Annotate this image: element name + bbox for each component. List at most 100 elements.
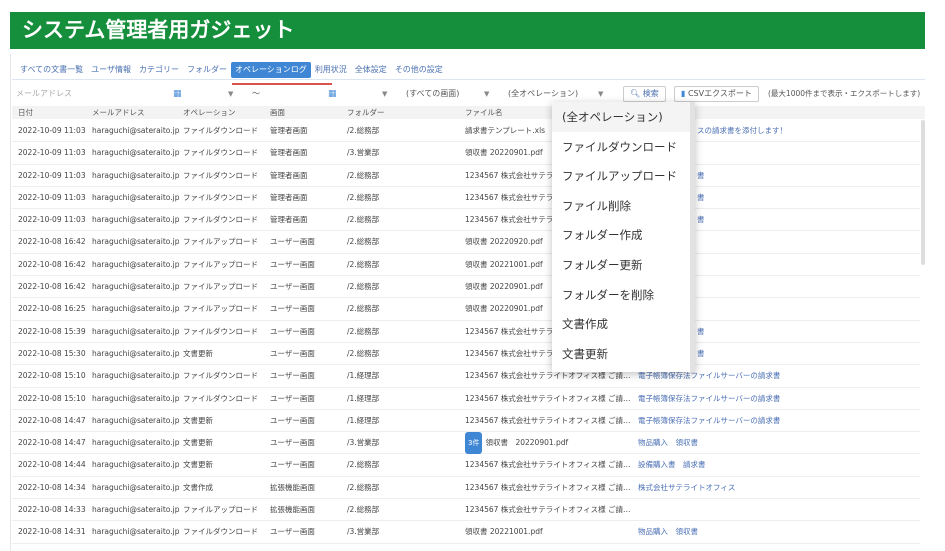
description-cell[interactable]: 設備購入書 請求書	[638, 454, 706, 476]
file-name: 領収書 20220901.pdf	[485, 438, 569, 448]
file-name-cell[interactable]: 領収書 20221001.pdf	[465, 521, 543, 543]
file-name-cell[interactable]: 1234567 株式会社サテライトオフィス様 ご請…	[465, 454, 631, 476]
file-name-cell[interactable]: 3件 領収書 20220901.pdf	[465, 432, 569, 455]
file-name-cell[interactable]: 1234567 株式会社サテラ	[465, 165, 553, 187]
table-row[interactable]: 2022-10-08 14:47 haraguchi@sateraito.jp 文書…	[12, 432, 920, 455]
dropdown-option[interactable]: 文書作成	[552, 309, 695, 339]
file-name-cell[interactable]: 領収書 20220901.pdf	[465, 298, 543, 320]
screen-select[interactable]: (すべての画面)	[406, 86, 459, 102]
tab-2[interactable]: カテゴリー	[135, 62, 183, 78]
screen-cell: ユーザー画面	[270, 393, 315, 403]
file-name-cell[interactable]: 1234567 株式会社サテライトオフィス様 ご請…	[465, 499, 631, 521]
dropdown-option[interactable]: (全オペレーション)	[552, 102, 695, 132]
operation-cell: ファイルアップロード	[183, 259, 258, 269]
table-row[interactable]: 2022-10-09 11:03 haraguchi@sateraito.jp ファ…	[12, 209, 920, 232]
file-name-cell[interactable]: 1234567 株式会社サテライトオフィス様 ご請…	[465, 388, 631, 410]
file-name-cell[interactable]: 領収書 20220901.pdf	[465, 142, 543, 164]
dropdown-option[interactable]: フォルダー更新	[552, 250, 695, 280]
calendar-icon[interactable]: ▦	[328, 86, 337, 102]
table-row[interactable]: 2022-10-08 14:33 haraguchi@sateraito.jp ファ…	[12, 499, 920, 522]
tab-7[interactable]: その他の設定	[391, 62, 447, 78]
column-header[interactable]: 日付	[18, 106, 33, 119]
table-row[interactable]: 2022-10-08 14:34 haraguchi@sateraito.jp 文書…	[12, 477, 920, 500]
table-row[interactable]: 2022-10-08 15:10 haraguchi@sateraito.jp ファ…	[12, 365, 920, 388]
search-button[interactable]: 🔍︎ 検索	[623, 86, 666, 102]
column-header[interactable]: フォルダー	[347, 106, 385, 119]
table-row[interactable]: 2022-10-09 11:03 haraguchi@sateraito.jp ファ…	[12, 187, 920, 210]
description-text: 書	[697, 192, 705, 202]
dropdown-option[interactable]: ファイルダウンロード	[552, 132, 695, 162]
dropdown-scrollbar[interactable]	[690, 102, 695, 372]
operation-select[interactable]: (全オペレーション)	[508, 86, 578, 102]
table-row[interactable]: 2022-10-08 16:42 haraguchi@sateraito.jp ファ…	[12, 254, 920, 277]
table-row[interactable]: 2022-10-08 15:10 haraguchi@sateraito.jp ファ…	[12, 388, 920, 410]
file-name-cell[interactable]: 1234567 株式会社サテライトオフィス様 ご請…	[465, 477, 631, 499]
screen-cell: 拡張機能画面	[270, 482, 315, 492]
dropdown-option[interactable]: ファイルアップロード	[552, 161, 695, 191]
table-scrollbar[interactable]	[921, 120, 925, 265]
description-cell[interactable]: 電子帳簿保存法ファイルサーバーの請求書	[638, 410, 780, 432]
file-name-cell[interactable]: 1234567 株式会社サテラ	[465, 343, 553, 365]
chevron-down-icon[interactable]: ▼	[382, 86, 387, 102]
description-cell[interactable]: 株式会社サテライトオフィス	[638, 477, 735, 499]
description-text: 株式会社サテライトオフィス	[638, 482, 736, 492]
description-text: 電子帳簿保存法ファイルサーバーの請求書	[638, 415, 781, 425]
date-cell: 2022-10-08 14:47	[18, 415, 86, 425]
tab-0[interactable]: すべての文書一覧	[16, 62, 87, 78]
description-cell[interactable]: 電子帳簿保存法ファイルサーバーの請求書	[638, 388, 780, 410]
column-header[interactable]: オペレーション	[183, 106, 235, 119]
date-cell: 2022-10-08 14:31	[18, 527, 86, 537]
tab-3[interactable]: フォルダー	[183, 62, 231, 78]
tab-4[interactable]: オペレーションログ	[230, 62, 311, 78]
table-row[interactable]: 2022-10-09 11:03 haraguchi@sateraito.jp ファ…	[12, 165, 920, 187]
description-cell[interactable]: 物品購入 領収書	[638, 521, 698, 543]
table-row[interactable]: 2022-10-09 11:03 haraguchi@sateraito.jp ファ…	[12, 120, 920, 143]
file-name-cell[interactable]: 1234567 株式会社サテラ	[465, 209, 553, 231]
tab-divider	[12, 79, 925, 80]
file-name-cell[interactable]: 請求書テンプレート.xls	[465, 120, 545, 142]
table-row[interactable]: 2022-10-08 15:39 haraguchi@sateraito.jp ファ…	[12, 321, 920, 343]
file-name-cell[interactable]: 領収書 20220920.pdf	[465, 231, 543, 253]
chevron-down-icon[interactable]: ▼	[484, 86, 489, 102]
email-cell: haraguchi@sateraito.jp	[92, 237, 180, 247]
operation-cell: 文書更新	[183, 460, 213, 470]
dropdown-option[interactable]: フォルダー作成	[552, 220, 695, 250]
file-name-cell[interactable]: 領収書 20220901.pdf	[465, 276, 543, 298]
file-name-cell[interactable]: 1234567 株式会社サテライトオフィス様 ご請…	[465, 410, 631, 432]
operation-cell: ファイルダウンロード	[183, 326, 258, 336]
description-cell[interactable]: 物品購入 領収書	[638, 432, 698, 454]
column-header[interactable]: メールアドレス	[92, 106, 145, 119]
operation-cell: ファイルダウンロード	[183, 215, 258, 225]
folder-cell: /2.総務部	[347, 170, 380, 180]
table-row[interactable]: 2022-10-08 14:31 haraguchi@sateraito.jp ファ…	[12, 521, 920, 544]
date-range-separator: 〜	[252, 89, 260, 98]
file-name-cell[interactable]: 領収書 20221001.pdf	[465, 254, 543, 276]
email-cell: haraguchi@sateraito.jp	[92, 371, 180, 381]
tab-6[interactable]: 全体設定	[351, 62, 391, 78]
csv-export-button[interactable]: ▮ CSVエクスポート	[674, 86, 759, 102]
dropdown-option[interactable]: ファイル削除	[552, 191, 695, 221]
date-cell: 2022-10-08 15:10	[18, 371, 86, 381]
table-row[interactable]: 2022-10-08 14:47 haraguchi@sateraito.jp 文書…	[12, 410, 920, 433]
column-header[interactable]: 画面	[270, 106, 285, 119]
table-row[interactable]: 2022-10-08 14:44 haraguchi@sateraito.jp 文書…	[12, 454, 920, 477]
email-filter-input[interactable]: メールアドレス	[16, 86, 72, 102]
chevron-down-icon[interactable]: ▼	[228, 86, 233, 102]
tab-5[interactable]: 利用状況	[311, 62, 351, 78]
folder-cell: /1.経理部	[347, 371, 380, 381]
column-header[interactable]: ファイル名	[465, 106, 503, 119]
calendar-icon[interactable]: ▦	[173, 86, 182, 102]
file-name-cell[interactable]: 1234567 株式会社サテラ	[465, 321, 553, 343]
dropdown-option[interactable]: フォルダーを削除	[552, 280, 695, 310]
table-row[interactable]: 2022-10-09 11:03 haraguchi@sateraito.jp ファ…	[12, 142, 920, 165]
table-row[interactable]: 2022-10-08 15:30 haraguchi@sateraito.jp 文書…	[12, 343, 920, 366]
date-cell: 2022-10-08 15:39	[18, 326, 86, 336]
file-name-cell[interactable]: 1234567 株式会社サテラ	[465, 187, 553, 209]
table-row[interactable]: 2022-10-08 16:42 haraguchi@sateraito.jp ファ…	[12, 276, 920, 299]
table-row[interactable]: 2022-10-08 16:25 haraguchi@sateraito.jp ファ…	[12, 298, 920, 321]
tab-1[interactable]: ユーザ情報	[87, 62, 135, 78]
chevron-down-icon[interactable]: ▼	[598, 86, 603, 102]
dropdown-option[interactable]: 文書更新	[552, 339, 695, 369]
count-badge: 3件	[465, 432, 483, 455]
table-row[interactable]: 2022-10-08 16:42 haraguchi@sateraito.jp ファ…	[12, 231, 920, 254]
